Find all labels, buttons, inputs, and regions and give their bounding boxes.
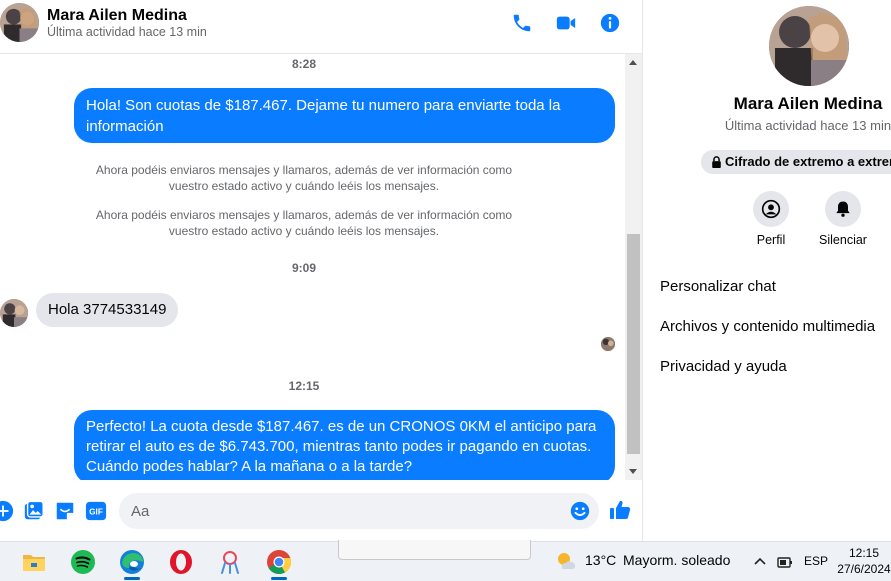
outgoing-message[interactable]: Hola! Son cuotas de $187.467. Dejame tu … (74, 88, 615, 143)
privacy-support-item[interactable]: Privacidad y ayuda (660, 358, 787, 375)
taskbar: 13°C Mayorm. soleado ESP 12:15 27/6/2024 (0, 540, 891, 581)
contact-name[interactable]: Mara Ailen Medina (47, 7, 187, 25)
chat-scrollbar[interactable] (625, 54, 642, 480)
file-explorer-icon[interactable] (21, 549, 47, 575)
message-input[interactable] (119, 493, 599, 529)
spotify-icon[interactable] (70, 549, 96, 575)
scroll-down-arrow[interactable] (629, 469, 637, 474)
sticker-icon[interactable] (54, 500, 76, 522)
bell-icon (836, 201, 850, 217)
lock-icon (712, 156, 721, 168)
chat-header: Mara Ailen Medina Última actividad hace … (0, 0, 642, 54)
window-preview (338, 540, 531, 560)
contact-avatar-small[interactable] (0, 299, 28, 327)
conversation-info-panel: Mara Ailen Medina Última actividad hace … (642, 0, 891, 541)
opera-icon[interactable] (168, 549, 194, 575)
chrome-icon[interactable] (266, 549, 292, 580)
network-icon[interactable] (776, 553, 794, 571)
scroll-up-arrow[interactable] (629, 60, 637, 65)
temperature: 13°C (585, 552, 617, 568)
image-icon[interactable] (23, 500, 45, 522)
mute-label: Silenciar (819, 233, 867, 247)
outgoing-message[interactable]: Perfecto! La cuota desde $187.467. es de… (74, 410, 615, 480)
system-message: Ahora podéis enviaros mensajes y llamaro… (95, 163, 513, 193)
mute-button[interactable] (825, 191, 861, 227)
scroll-thumb[interactable] (627, 234, 640, 454)
like-icon[interactable] (608, 498, 632, 522)
read-receipt-avatar (601, 337, 615, 351)
customize-chat-item[interactable]: Personalizar chat (660, 278, 776, 295)
clock-time: 12:15 (848, 546, 880, 560)
svg-text:GIF: GIF (89, 508, 103, 517)
profile-button[interactable] (753, 191, 789, 227)
edge-icon[interactable] (119, 549, 145, 580)
info-icon[interactable] (599, 12, 621, 34)
contact-avatar-large[interactable] (769, 6, 849, 86)
media-files-item[interactable]: Archivos y contenido multimedia (660, 318, 875, 335)
chevron-up-icon[interactable] (751, 553, 769, 571)
message-list[interactable]: 8:28 Hola! Son cuotas de $187.467. Dejam… (0, 54, 625, 480)
contact-status: Última actividad hace 13 min (47, 25, 207, 39)
profile-label: Perfil (756, 233, 786, 247)
phone-icon[interactable] (511, 12, 533, 34)
e2e-label: Cifrado de extremo a extremo (725, 154, 891, 169)
contact-avatar[interactable] (0, 3, 39, 42)
video-icon[interactable] (555, 12, 577, 34)
plus-icon[interactable] (0, 500, 14, 522)
gif-icon[interactable]: GIF (85, 500, 107, 522)
weather-icon (558, 553, 575, 569)
e2e-badge[interactable]: Cifrado de extremo a extremo (701, 150, 891, 174)
timestamp: 12:15 (288, 379, 320, 393)
app-icon[interactable] (217, 549, 243, 575)
composer: GIF (0, 481, 642, 541)
incoming-message[interactable]: Hola 3774533149 (36, 293, 179, 327)
timestamp: 8:28 (291, 57, 317, 71)
emoji-icon[interactable] (569, 500, 591, 522)
language-indicator[interactable]: ESP (804, 554, 828, 568)
profile-icon (761, 199, 781, 219)
panel-contact-name: Mara Ailen Medina (733, 94, 883, 113)
panel-contact-status: Última actividad hace 13 min (724, 118, 891, 133)
clock[interactable]: 12:15 27/6/2024 (836, 545, 891, 577)
clock-date: 27/6/2024 (837, 562, 891, 576)
system-message: Ahora podéis enviaros mensajes y llamaro… (95, 208, 513, 238)
weather-condition: Mayorm. soleado (623, 552, 731, 568)
timestamp: 9:09 (291, 261, 317, 275)
